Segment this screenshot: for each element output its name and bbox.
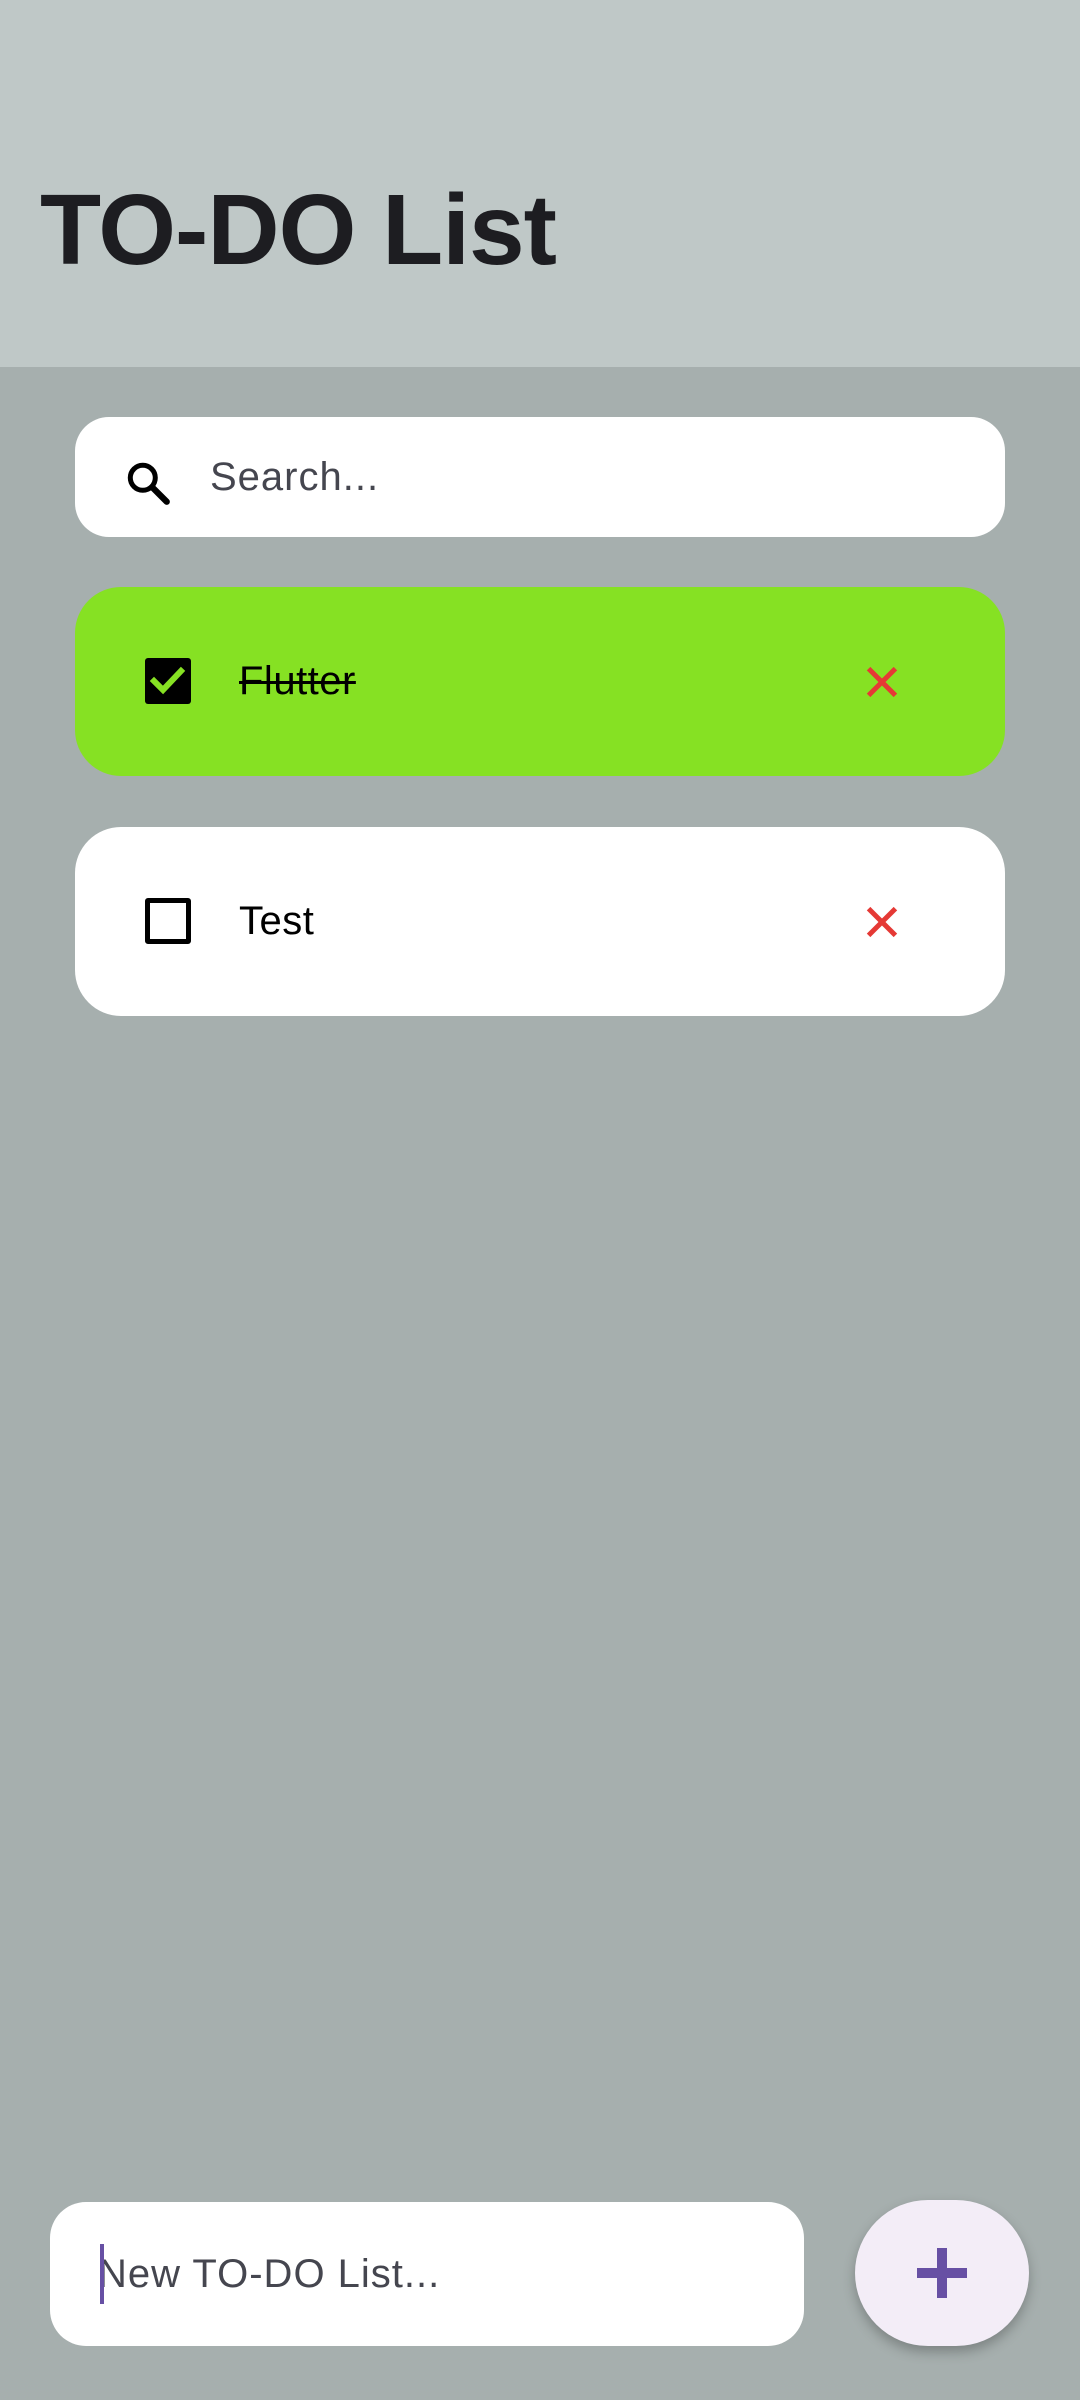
delete-icon[interactable] (859, 659, 905, 705)
todo-item[interactable]: Flutter (75, 587, 1005, 776)
todo-item[interactable]: Test (75, 827, 1005, 1016)
app-bar: TO-DO List (0, 0, 1080, 367)
plus-icon (917, 2248, 967, 2298)
add-todo-button[interactable] (855, 2200, 1029, 2346)
checkmark-icon (149, 666, 186, 695)
delete-icon[interactable] (859, 899, 905, 945)
todo-checkbox-unchecked[interactable] (145, 898, 191, 944)
todo-label: Test (239, 899, 315, 943)
text-caret (100, 2244, 104, 2304)
new-todo-input[interactable] (50, 2230, 770, 2318)
todo-checkbox-checked[interactable] (145, 658, 191, 704)
search-input[interactable] (210, 440, 970, 514)
page-title: TO-DO List (40, 174, 557, 286)
todo-label: Flutter (239, 659, 356, 703)
search-icon (127, 462, 170, 505)
